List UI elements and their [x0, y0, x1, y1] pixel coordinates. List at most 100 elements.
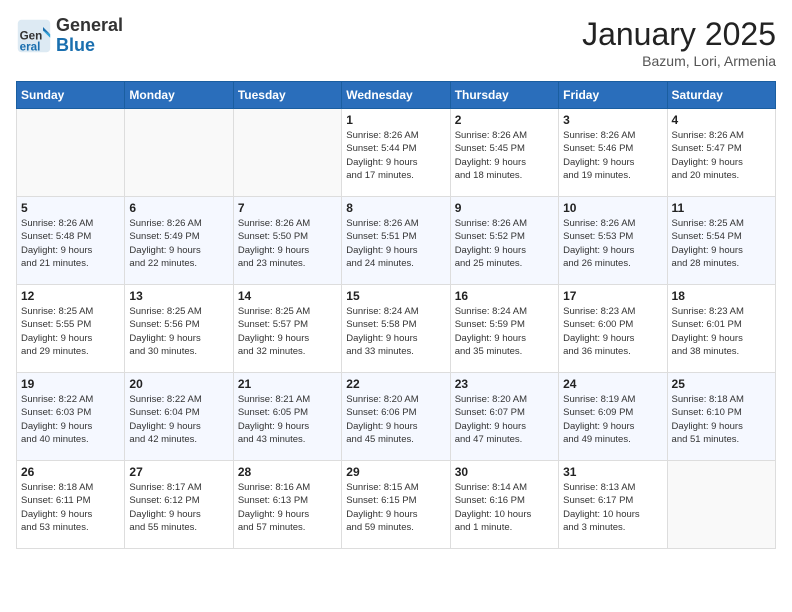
- weekday-header-monday: Monday: [125, 82, 233, 109]
- day-info: Sunrise: 8:25 AM Sunset: 5:54 PM Dayligh…: [672, 217, 771, 270]
- day-info: Sunrise: 8:19 AM Sunset: 6:09 PM Dayligh…: [563, 393, 662, 446]
- day-info: Sunrise: 8:20 AM Sunset: 6:06 PM Dayligh…: [346, 393, 445, 446]
- day-number: 16: [455, 289, 554, 303]
- weekday-header-friday: Friday: [559, 82, 667, 109]
- day-number: 9: [455, 201, 554, 215]
- day-info: Sunrise: 8:18 AM Sunset: 6:10 PM Dayligh…: [672, 393, 771, 446]
- day-info: Sunrise: 8:20 AM Sunset: 6:07 PM Dayligh…: [455, 393, 554, 446]
- day-number: 6: [129, 201, 228, 215]
- day-number: 5: [21, 201, 120, 215]
- day-info: Sunrise: 8:17 AM Sunset: 6:12 PM Dayligh…: [129, 481, 228, 534]
- calendar-cell: 3 Sunrise: 8:26 AM Sunset: 5:46 PM Daylig…: [559, 109, 667, 197]
- day-info: Sunrise: 8:26 AM Sunset: 5:46 PM Dayligh…: [563, 129, 662, 182]
- svg-text:eral: eral: [20, 40, 41, 53]
- calendar-cell: 26 Sunrise: 8:18 AM Sunset: 6:11 PM Dayli…: [17, 461, 125, 549]
- day-info: Sunrise: 8:26 AM Sunset: 5:47 PM Dayligh…: [672, 129, 771, 182]
- calendar-cell: 13 Sunrise: 8:25 AM Sunset: 5:56 PM Dayli…: [125, 285, 233, 373]
- day-info: Sunrise: 8:23 AM Sunset: 6:00 PM Dayligh…: [563, 305, 662, 358]
- day-info: Sunrise: 8:26 AM Sunset: 5:50 PM Dayligh…: [238, 217, 337, 270]
- day-number: 20: [129, 377, 228, 391]
- calendar-cell: 27 Sunrise: 8:17 AM Sunset: 6:12 PM Dayli…: [125, 461, 233, 549]
- logo-icon: Gen eral: [16, 18, 52, 54]
- day-number: 21: [238, 377, 337, 391]
- day-info: Sunrise: 8:22 AM Sunset: 6:04 PM Dayligh…: [129, 393, 228, 446]
- day-info: Sunrise: 8:25 AM Sunset: 5:57 PM Dayligh…: [238, 305, 337, 358]
- day-number: 28: [238, 465, 337, 479]
- calendar-cell: 28Sunrise: 8:16 AM Sunset: 6:13 PM Dayli…: [233, 461, 341, 549]
- day-number: 2: [455, 113, 554, 127]
- calendar-cell: 18Sunrise: 8:23 AM Sunset: 6:01 PM Dayli…: [667, 285, 775, 373]
- calendar-cell: 2 Sunrise: 8:26 AM Sunset: 5:45 PM Daylig…: [450, 109, 558, 197]
- day-info: Sunrise: 8:13 AM Sunset: 6:17 PM Dayligh…: [563, 481, 662, 534]
- calendar-cell: [17, 109, 125, 197]
- calendar-cell: 11Sunrise: 8:25 AM Sunset: 5:54 PM Dayli…: [667, 197, 775, 285]
- calendar-cell: 10 Sunrise: 8:26 AM Sunset: 5:53 PM Dayli…: [559, 197, 667, 285]
- week-row-2: 5 Sunrise: 8:26 AM Sunset: 5:48 PM Daylig…: [17, 197, 776, 285]
- day-info: Sunrise: 8:24 AM Sunset: 5:59 PM Dayligh…: [455, 305, 554, 358]
- day-number: 13: [129, 289, 228, 303]
- calendar-cell: 23Sunrise: 8:20 AM Sunset: 6:07 PM Dayli…: [450, 373, 558, 461]
- weekday-header-sunday: Sunday: [17, 82, 125, 109]
- day-number: 25: [672, 377, 771, 391]
- day-info: Sunrise: 8:14 AM Sunset: 6:16 PM Dayligh…: [455, 481, 554, 534]
- location: Bazum, Lori, Armenia: [582, 53, 776, 69]
- day-number: 31: [563, 465, 662, 479]
- day-info: Sunrise: 8:22 AM Sunset: 6:03 PM Dayligh…: [21, 393, 120, 446]
- week-row-1: 1 Sunrise: 8:26 AM Sunset: 5:44 PM Daylig…: [17, 109, 776, 197]
- day-info: Sunrise: 8:26 AM Sunset: 5:48 PM Dayligh…: [21, 217, 120, 270]
- weekday-header-wednesday: Wednesday: [342, 82, 450, 109]
- calendar-cell: 5 Sunrise: 8:26 AM Sunset: 5:48 PM Daylig…: [17, 197, 125, 285]
- calendar-table: SundayMondayTuesdayWednesdayThursdayFrid…: [16, 81, 776, 549]
- calendar-cell: 7 Sunrise: 8:26 AM Sunset: 5:50 PM Daylig…: [233, 197, 341, 285]
- day-info: Sunrise: 8:18 AM Sunset: 6:11 PM Dayligh…: [21, 481, 120, 534]
- logo-general: General: [56, 16, 123, 36]
- day-number: 1: [346, 113, 445, 127]
- day-number: 4: [672, 113, 771, 127]
- calendar-cell: 6 Sunrise: 8:26 AM Sunset: 5:49 PM Daylig…: [125, 197, 233, 285]
- day-info: Sunrise: 8:24 AM Sunset: 5:58 PM Dayligh…: [346, 305, 445, 358]
- calendar-cell: 25 Sunrise: 8:18 AM Sunset: 6:10 PM Dayli…: [667, 373, 775, 461]
- calendar-cell: 8Sunrise: 8:26 AM Sunset: 5:51 PM Daylig…: [342, 197, 450, 285]
- page-header: Gen eral General Blue January 2025 Bazum…: [16, 16, 776, 69]
- calendar-cell: 9 Sunrise: 8:26 AM Sunset: 5:52 PM Daylig…: [450, 197, 558, 285]
- calendar-cell: 29Sunrise: 8:15 AM Sunset: 6:15 PM Dayli…: [342, 461, 450, 549]
- calendar-cell: [233, 109, 341, 197]
- month-title: January 2025: [582, 16, 776, 53]
- day-info: Sunrise: 8:26 AM Sunset: 5:49 PM Dayligh…: [129, 217, 228, 270]
- logo: Gen eral General Blue: [16, 16, 123, 56]
- day-info: Sunrise: 8:26 AM Sunset: 5:53 PM Dayligh…: [563, 217, 662, 270]
- day-number: 14: [238, 289, 337, 303]
- calendar-cell: [667, 461, 775, 549]
- day-number: 26: [21, 465, 120, 479]
- day-info: Sunrise: 8:21 AM Sunset: 6:05 PM Dayligh…: [238, 393, 337, 446]
- day-number: 22: [346, 377, 445, 391]
- day-info: Sunrise: 8:26 AM Sunset: 5:44 PM Dayligh…: [346, 129, 445, 182]
- calendar-cell: [125, 109, 233, 197]
- day-number: 7: [238, 201, 337, 215]
- week-row-3: 12Sunrise: 8:25 AM Sunset: 5:55 PM Dayli…: [17, 285, 776, 373]
- logo-blue: Blue: [56, 36, 123, 56]
- calendar-cell: 31 Sunrise: 8:13 AM Sunset: 6:17 PM Dayli…: [559, 461, 667, 549]
- day-number: 27: [129, 465, 228, 479]
- day-number: 8: [346, 201, 445, 215]
- calendar-cell: 1 Sunrise: 8:26 AM Sunset: 5:44 PM Daylig…: [342, 109, 450, 197]
- day-info: Sunrise: 8:26 AM Sunset: 5:52 PM Dayligh…: [455, 217, 554, 270]
- day-number: 10: [563, 201, 662, 215]
- calendar-cell: 17Sunrise: 8:23 AM Sunset: 6:00 PM Dayli…: [559, 285, 667, 373]
- weekday-header-saturday: Saturday: [667, 82, 775, 109]
- calendar-cell: 15Sunrise: 8:24 AM Sunset: 5:58 PM Dayli…: [342, 285, 450, 373]
- calendar-cell: 24Sunrise: 8:19 AM Sunset: 6:09 PM Dayli…: [559, 373, 667, 461]
- calendar-cell: 21 Sunrise: 8:21 AM Sunset: 6:05 PM Dayli…: [233, 373, 341, 461]
- day-info: Sunrise: 8:26 AM Sunset: 5:45 PM Dayligh…: [455, 129, 554, 182]
- title-block: January 2025 Bazum, Lori, Armenia: [582, 16, 776, 69]
- day-number: 3: [563, 113, 662, 127]
- logo-text: General Blue: [56, 16, 123, 56]
- calendar-cell: 16 Sunrise: 8:24 AM Sunset: 5:59 PM Dayli…: [450, 285, 558, 373]
- calendar-cell: 22 Sunrise: 8:20 AM Sunset: 6:06 PM Dayli…: [342, 373, 450, 461]
- calendar-cell: 20 Sunrise: 8:22 AM Sunset: 6:04 PM Dayli…: [125, 373, 233, 461]
- day-info: Sunrise: 8:25 AM Sunset: 5:56 PM Dayligh…: [129, 305, 228, 358]
- day-number: 30: [455, 465, 554, 479]
- week-row-4: 19 Sunrise: 8:22 AM Sunset: 6:03 PM Dayli…: [17, 373, 776, 461]
- day-info: Sunrise: 8:15 AM Sunset: 6:15 PM Dayligh…: [346, 481, 445, 534]
- day-number: 19: [21, 377, 120, 391]
